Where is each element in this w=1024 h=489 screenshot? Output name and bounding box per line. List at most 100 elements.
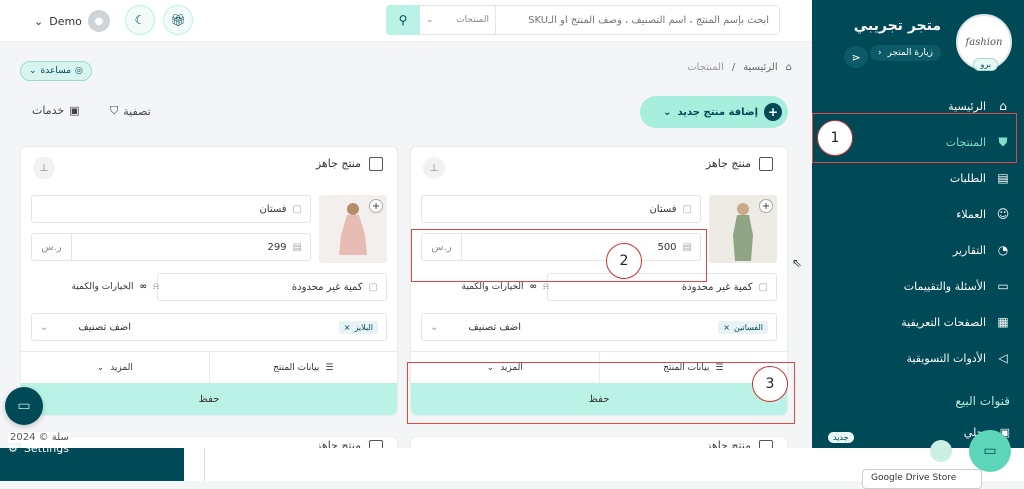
pro-badge: برو xyxy=(973,58,998,71)
product-name-value: فستان xyxy=(649,203,677,215)
product-name-field[interactable]: ▢ فستان xyxy=(421,195,701,223)
drive-store-button[interactable]: Google Drive Store xyxy=(862,469,982,489)
filter-button[interactable]: ⛉ تصفية xyxy=(110,104,151,118)
sidebar: fashion برو متجر تجريبي زيارة المتجر ‹ ⋖… xyxy=(812,0,1024,448)
services-button[interactable]: خدمات ▣ xyxy=(32,104,80,117)
services-label: خدمات xyxy=(32,104,65,117)
annotation-marker-3: 3 xyxy=(752,366,788,402)
share-icon: ⋖ xyxy=(851,50,861,64)
sidebar-item-orders[interactable]: ▤ الطلبات xyxy=(812,160,1024,196)
product-checkbox[interactable] xyxy=(369,157,383,171)
bell-icon: ⍾ xyxy=(153,282,159,292)
quantity-field[interactable]: ▢ كمية غير محدودة xyxy=(157,273,387,301)
support-chat-button[interactable]: ▭ xyxy=(969,430,1011,472)
category-select[interactable]: البلايز × اضف تصنيف ⌄ xyxy=(31,313,387,341)
search-scope-select[interactable]: المنتجات ⌄ xyxy=(420,6,496,34)
quantity-value: كمية غير محدودة xyxy=(291,281,363,293)
help-button[interactable]: ⌄ مساعدة ◎ xyxy=(20,61,92,81)
add-button[interactable] xyxy=(930,440,952,462)
avatar: ● xyxy=(87,10,110,32)
pie-chart-icon: ◔ xyxy=(997,243,1009,257)
mouse-cursor-icon: ⇖ xyxy=(792,256,803,270)
chevron-down-icon: ⌄ xyxy=(426,15,434,25)
product-data-button[interactable]: ☰ بيانات المنتج xyxy=(210,352,398,383)
product-image[interactable]: + xyxy=(709,195,777,263)
chat-widget-button[interactable]: ▭ xyxy=(5,387,43,425)
close-icon[interactable]: × xyxy=(723,323,730,332)
help-label: مساعدة xyxy=(40,66,71,76)
category-tag-label: الفساتين xyxy=(733,322,763,332)
infinity-icon: ∞ xyxy=(139,282,148,292)
category-placeholder: اضف تصنيف xyxy=(78,321,132,333)
logo-text: fashion xyxy=(965,36,1003,48)
close-icon[interactable]: × xyxy=(344,323,351,332)
user-menu[interactable]: ⌄ Demo ● xyxy=(34,10,110,32)
options-label: الخيارات والكمية xyxy=(71,282,134,292)
settings-link[interactable]: ⚙ Settings xyxy=(8,442,69,455)
add-product-button[interactable]: + إضافة منتج جديد ⌄ xyxy=(640,96,788,128)
category-select[interactable]: الفساتين × اضف تصنيف ⌄ xyxy=(421,313,777,341)
sidebar-item-pages[interactable]: ▦ الصفحات التعريفية xyxy=(812,304,1024,340)
sidebar-item-label: الأدوات التسويقية xyxy=(906,351,986,365)
add-image-button[interactable]: + xyxy=(369,199,383,213)
top-bar: المنتجات ⌄ ⚲ 🎁︎ ☾ ⌄ Demo ● xyxy=(0,0,812,42)
save-button[interactable]: حفظ xyxy=(21,383,397,415)
pin-button[interactable]: ⊥ xyxy=(423,157,445,179)
category-tag: البلايز × xyxy=(338,320,378,334)
sales-channels-heading: قنوات البيع xyxy=(955,394,1010,408)
filter-icon: ⛉ xyxy=(110,104,119,117)
product-title: منتج جاهز xyxy=(705,157,751,170)
search-scope-label: المنتجات xyxy=(456,15,489,25)
add-image-button[interactable]: + xyxy=(759,199,773,213)
new-badge: جديد xyxy=(828,432,854,443)
search-input[interactable] xyxy=(496,6,779,34)
gift-icon: 🎁︎ xyxy=(170,13,186,27)
product-name-value: فستان xyxy=(259,203,287,215)
quantity-value: كمية غير محدودة xyxy=(681,281,753,293)
product-name-field[interactable]: ▢ فستان xyxy=(31,195,311,223)
product-image[interactable]: + xyxy=(319,195,387,263)
breadcrumb-home[interactable]: الرئيسية xyxy=(743,62,777,73)
product-checkbox[interactable] xyxy=(759,157,773,171)
options-quantity-button[interactable]: ⍾ ∞ الخيارات والكمية xyxy=(31,273,159,301)
infinity-icon: ∞ xyxy=(529,282,538,292)
sidebar-item-reports[interactable]: ◔ التقارير xyxy=(812,232,1024,268)
product-card: منتج جاهز ⊥ + ▢ فستان ▤ 299 ر.س ▢ كمية غ… xyxy=(20,146,398,416)
search-button[interactable]: ⚲ xyxy=(386,5,420,35)
share-button[interactable]: ⋖ xyxy=(844,46,868,68)
customers-icon: ☺ xyxy=(996,207,1010,221)
chevron-down-icon: ⌄ xyxy=(663,106,672,118)
sidebar-item-label: الأسئلة والتقييمات xyxy=(903,279,986,293)
annotation-number: 1 xyxy=(830,130,840,146)
annotation-box-2 xyxy=(411,229,707,282)
product-data-label: بيانات المنتج xyxy=(273,362,320,373)
chat-icon: ▭ xyxy=(17,398,31,414)
dark-mode-button[interactable]: ☾ xyxy=(125,5,155,35)
sidebar-item-marketing[interactable]: ◁ الأدوات التسويقية xyxy=(812,340,1024,376)
sliders-icon: ☰ xyxy=(325,362,334,373)
chevron-down-icon: ⌄ xyxy=(40,321,49,333)
pin-button[interactable]: ⊥ xyxy=(33,157,55,179)
annotation-marker-2: 2 xyxy=(606,243,642,279)
annotation-number: 2 xyxy=(619,253,629,269)
sidebar-item-customers[interactable]: ☺ العملاء xyxy=(812,196,1024,232)
bell-icon: ⍾ xyxy=(543,282,549,292)
orders-icon: ▤ xyxy=(997,171,1009,185)
sidebar-item-reviews[interactable]: ▭ الأسئلة والتقييمات xyxy=(812,268,1024,304)
search-box: المنتجات ⌄ ⚲ xyxy=(386,5,780,35)
search-icon: ⚲ xyxy=(398,13,408,27)
product-price-field[interactable]: ▤ 299 ر.س xyxy=(31,233,311,261)
box-icon: ▢ xyxy=(682,203,692,215)
chevron-left-icon: ‹ xyxy=(877,48,882,58)
sidebar-item-label: التقارير xyxy=(952,243,986,257)
gift-button[interactable]: 🎁︎ xyxy=(163,5,193,35)
pages-icon: ▦ xyxy=(997,315,1009,329)
more-button[interactable]: المزيد ⌄ xyxy=(21,352,210,383)
visit-store-button[interactable]: زيارة المتجر ‹ xyxy=(869,45,941,61)
home-icon[interactable]: ⌂ xyxy=(786,62,792,73)
chevron-down-icon: ⌄ xyxy=(430,321,439,333)
chat-icon: ▭ xyxy=(997,279,1009,293)
product-title: منتج جاهز xyxy=(315,157,361,170)
pin-icon: ⊥ xyxy=(429,162,439,174)
category-tag-label: البلايز xyxy=(354,322,374,332)
